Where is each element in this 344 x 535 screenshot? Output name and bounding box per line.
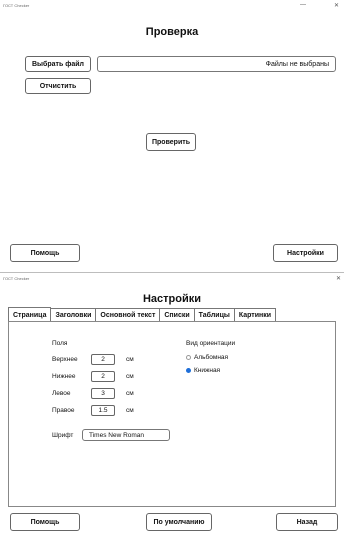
radio-checked-icon[interactable] xyxy=(186,368,191,373)
help-button[interactable]: Помощь xyxy=(10,513,80,531)
close-icon[interactable]: ✕ xyxy=(336,275,341,282)
unit-label: см xyxy=(126,407,134,414)
margin-bottom-label: Нижнее xyxy=(52,373,76,380)
margin-top-input[interactable]: 2 xyxy=(91,354,115,365)
choose-file-button[interactable]: Выбрать файл xyxy=(25,56,91,72)
settings-button[interactable]: Настройки xyxy=(273,244,338,262)
orientation-portrait-option[interactable]: Книжная xyxy=(186,367,220,374)
check-window: ГОСТ Checker — ✕ Проверка Выбрать файл Ф… xyxy=(0,0,344,268)
margin-left-label: Левое xyxy=(52,390,71,397)
margin-top-label: Верхнее xyxy=(52,356,78,363)
app-title: ГОСТ Checker xyxy=(3,276,30,281)
orientation-landscape-option[interactable]: Альбомная xyxy=(186,354,228,361)
title-bar: ГОСТ Checker — ✕ xyxy=(0,0,344,12)
tab-images[interactable]: Картинки xyxy=(233,308,277,322)
orientation-landscape-label: Альбомная xyxy=(194,354,229,361)
title-bar: ГОСТ Checker ✕ xyxy=(0,273,344,285)
check-button[interactable]: Проверить xyxy=(146,133,196,151)
font-label: Шрифт xyxy=(52,432,74,439)
orientation-title: Вид ориентации xyxy=(186,340,236,347)
help-button[interactable]: Помощь xyxy=(10,244,80,262)
margin-bottom-input[interactable]: 2 xyxy=(91,371,115,382)
settings-window: ГОСТ Checker ✕ Настройки Страница Заголо… xyxy=(0,272,344,535)
orientation-portrait-label: Книжная xyxy=(194,367,221,374)
font-select[interactable]: Times New Roman xyxy=(82,429,170,441)
margin-right-label: Правое xyxy=(52,407,75,414)
unit-label: см xyxy=(126,373,134,380)
tab-page[interactable]: Страница xyxy=(8,307,52,322)
tab-headings[interactable]: Заголовки xyxy=(50,308,97,322)
close-icon[interactable]: ✕ xyxy=(334,2,339,9)
radio-unchecked-icon[interactable] xyxy=(186,355,191,360)
unit-label: см xyxy=(126,390,134,397)
tab-panel-page: Поля Верхнее 2 см Нижнее 2 см Левое 3 см… xyxy=(8,321,336,507)
tab-lists[interactable]: Списки xyxy=(159,308,195,322)
restore-defaults-button[interactable]: По умолчанию xyxy=(146,513,212,531)
page-title: Проверка xyxy=(145,26,199,38)
file-path-field[interactable]: Файлы не выбраны xyxy=(97,56,336,72)
clear-button[interactable]: Отчистить xyxy=(25,78,91,94)
app-title: ГОСТ Checker xyxy=(3,3,30,8)
page-title: Настройки xyxy=(142,293,202,305)
minimize-icon[interactable]: — xyxy=(300,2,306,8)
margins-title: Поля xyxy=(52,340,68,347)
tab-body-text[interactable]: Основной текст xyxy=(95,308,161,322)
margin-left-input[interactable]: 3 xyxy=(91,388,115,399)
unit-label: см xyxy=(126,356,134,363)
tab-tables[interactable]: Таблицы xyxy=(193,308,235,322)
margin-right-input[interactable]: 1.5 xyxy=(91,405,115,416)
back-button[interactable]: Назад xyxy=(276,513,338,531)
tab-bar: Страница Заголовки Основной текст Списки… xyxy=(8,307,277,322)
